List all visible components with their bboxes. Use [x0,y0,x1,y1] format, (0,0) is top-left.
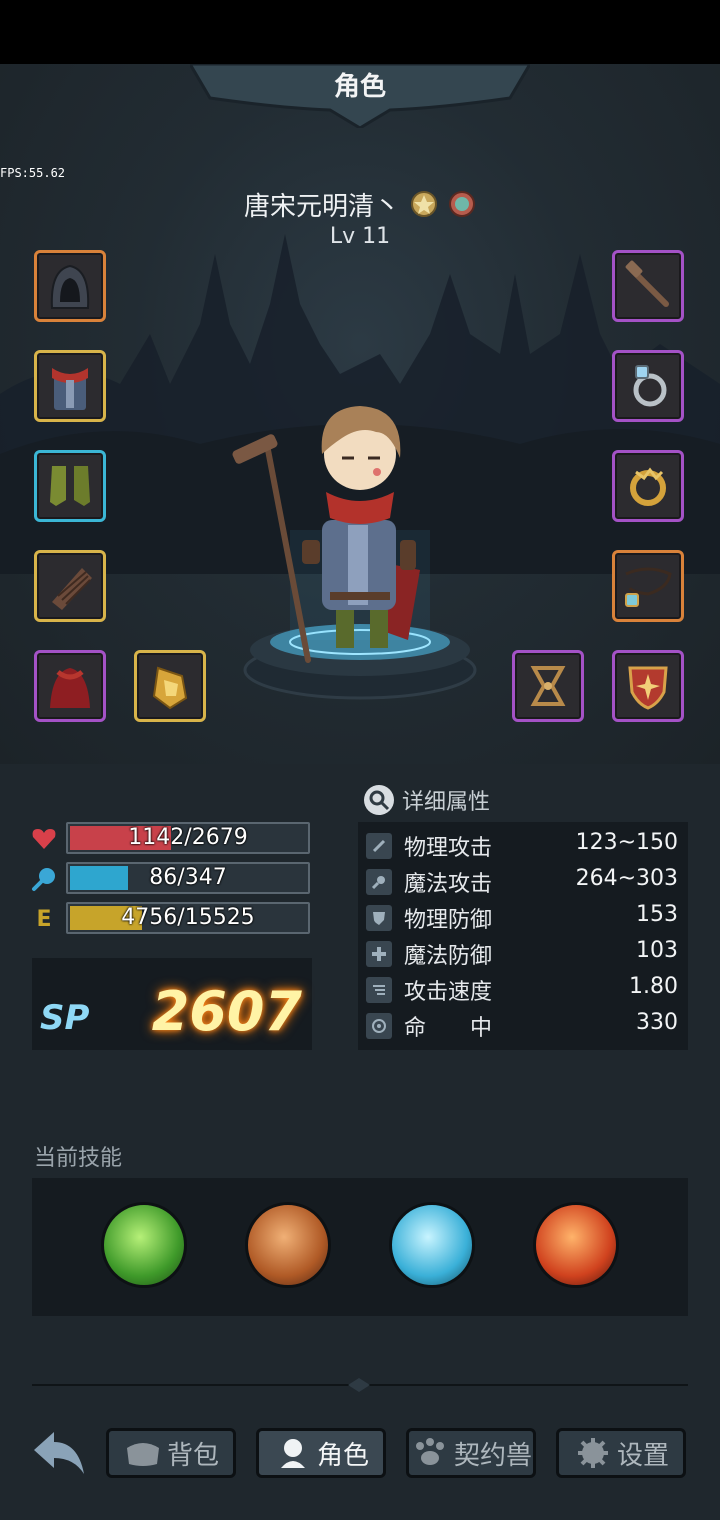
mana-potion-icon [30,866,58,892]
wand-icon [366,869,392,895]
attr-row-attack-speed: 攻击速度 1.80 [366,972,680,1006]
character-level: Lv 11 [329,224,391,249]
hp-bar: 1142/2679 [30,822,320,856]
wind-skill-icon[interactable] [101,1202,187,1288]
ice-crystal-skill-icon[interactable] [389,1202,475,1288]
hp-bar-frame: 1142/2679 [66,822,310,854]
equip-slot-ring-1[interactable] [612,350,684,422]
nav-pet-button[interactable]: 契约兽 [406,1428,536,1478]
exp-bar: E 4756/15525 [30,902,320,936]
leather-bracer-icon [52,568,92,610]
attr-value: 264~303 [575,866,678,891]
attributes-title: 详细属性 [402,790,491,815]
attr-name: 魔法防御 [404,944,493,969]
equip-slot-armor[interactable] [34,350,106,422]
attr-name: 魔法攻击 [404,872,493,897]
nav-settings-label: 设置 [616,1440,669,1471]
mp-bar-frame: 86/347 [66,862,310,894]
green-boots-icon [50,466,90,506]
exp-text: 4756/15525 [121,905,255,930]
attr-row-hit: 命 中 330 [366,1008,680,1042]
exp-bar-frame: 4756/15525 [66,902,310,934]
teal-medal-icon[interactable] [448,190,476,220]
mp-bar: 86/347 [30,862,320,896]
attr-row-magic-attack: 魔法攻击 264~303 [366,864,680,898]
attr-row-physical-attack: 物理攻击 123~150 [366,828,680,862]
sp-value: 2607 [151,980,302,1043]
gold-ring-icon [630,467,666,506]
attr-name: 物理攻击 [404,836,493,861]
trinket-icon [530,666,566,706]
attr-name: 命 中 [404,1016,493,1041]
attr-value: 103 [636,938,678,963]
wooden-staff-icon [625,260,669,307]
equip-slot-boots[interactable] [34,450,106,522]
nav-character-button[interactable]: 角色 [256,1428,386,1478]
nav-settings-button[interactable]: 设置 [556,1428,686,1478]
attr-row-physical-defense: 物理防御 153 [366,900,680,934]
page-title: 角色 [333,72,386,102]
hood-icon [50,264,90,309]
attr-value: 1.80 [629,974,678,999]
gold-gem-icon [152,666,188,710]
attr-value: 123~150 [575,830,678,855]
equip-slot-weapon[interactable] [612,250,684,322]
back-arrow-icon[interactable] [30,1428,90,1480]
attributes-panel: 物理攻击 123~150 魔法攻击 264~303 物理防御 153 魔法防御 … [358,822,688,1050]
paw-icon [415,1438,444,1465]
character-name: 唐宋元明清丶 [243,192,400,222]
equip-slot-trinket[interactable] [512,650,584,722]
detailed-attributes-button[interactable]: 详细属性 [364,784,490,816]
gold-medal-icon[interactable] [410,190,438,220]
fire-rose-skill-icon[interactable] [533,1202,619,1288]
red-cape-icon [50,668,90,708]
mp-text: 86/347 [149,865,227,890]
status-bar [0,0,720,64]
bag-icon [126,1443,159,1466]
fps-counter: FPS:55.62 [0,166,66,180]
speed-icon [366,977,392,1003]
skills-title: 当前技能 [34,1146,123,1171]
nav-bag-label: 背包 [166,1440,219,1471]
equip-slot-cape[interactable] [34,650,106,722]
equip-slot-gloves[interactable] [34,550,106,622]
attr-value: 153 [636,902,678,927]
sword-icon [366,833,392,859]
attr-name: 攻击速度 [404,980,493,1005]
shield-small-icon [366,905,392,931]
sp-panel: SP 2607 [32,958,312,1050]
sp-label: SP [40,998,90,1038]
target-icon [366,1013,392,1039]
nav-character-label: 角色 [316,1440,369,1471]
equip-slot-head[interactable] [34,250,106,322]
cross-icon [366,941,392,967]
silver-ring-icon [633,365,667,407]
character-name-row: 唐宋元明清丶 [0,186,720,223]
gear-icon [577,1438,608,1468]
hp-text: 1142/2679 [128,825,248,850]
attr-row-magic-defense: 魔法防御 103 [366,936,680,970]
heart-icon [30,826,58,852]
nav-pet-label: 契约兽 [453,1440,532,1471]
character-bust-icon [280,1439,305,1468]
red-scarf-armor-icon [52,368,88,410]
nav-bag-button[interactable]: 背包 [106,1428,236,1478]
equip-slot-ring-2[interactable] [612,450,684,522]
exp-label: E [36,906,52,932]
equip-slot-necklace[interactable] [612,550,684,622]
attr-value: 330 [636,1010,678,1035]
attr-name: 物理防御 [404,908,493,933]
shield-icon [628,666,668,710]
earth-golem-skill-icon[interactable] [245,1202,331,1288]
equip-slot-shield[interactable] [612,650,684,722]
magnifier-icon [364,785,394,815]
divider-ornament-icon [348,1378,370,1392]
equip-slot-gem[interactable] [134,650,206,722]
hero-character [232,406,477,700]
necklace-icon [625,567,672,607]
